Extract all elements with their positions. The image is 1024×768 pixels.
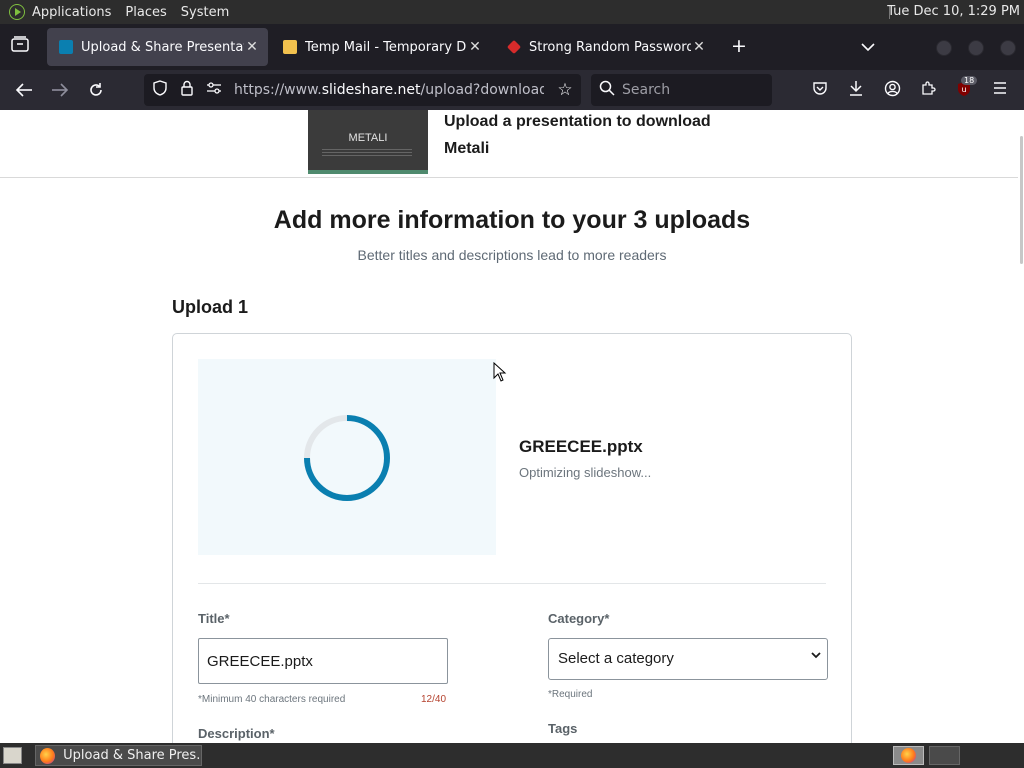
tab-title: Strong Random Password G	[529, 39, 691, 55]
download-header: METALI Upload a presentation to download…	[0, 110, 1024, 178]
tab-title: Temp Mail - Temporary Disp	[305, 39, 467, 55]
category-hint: *Required	[548, 689, 593, 700]
downloads-icon[interactable]	[846, 80, 866, 100]
category-label: Category*	[548, 611, 610, 626]
card-divider	[198, 583, 826, 584]
tab-title: Upload & Share Presentatio	[81, 39, 244, 55]
mouse-cursor-icon	[493, 362, 507, 382]
slideshow-preview	[198, 359, 496, 555]
firefox-icon	[901, 748, 916, 763]
list-all-tabs-chevron-icon[interactable]	[860, 38, 876, 56]
extensions-puzzle-icon[interactable]	[918, 80, 938, 100]
title-label: Title*	[198, 611, 230, 626]
upload-section-label: Upload 1	[172, 297, 249, 317]
tab-password-generator[interactable]: Strong Random Password G ✕	[495, 28, 715, 66]
tab-overview-icon[interactable]	[11, 36, 29, 56]
firefox-icon	[40, 747, 56, 764]
tracking-protection-shield-icon[interactable]	[150, 80, 170, 100]
ublock-badge: 18	[961, 76, 978, 85]
title-hint: *Minimum 40 characters required	[198, 694, 346, 705]
workspace-2[interactable]	[929, 746, 960, 765]
url-bar[interactable]: https://www.slideshare.net/upload?downlo…	[144, 74, 581, 106]
search-placeholder: Search	[622, 82, 671, 98]
system-top-panel: Applications Places System Tue Dec 10, 1…	[0, 0, 1024, 24]
new-tab-plus-icon[interactable]: +	[731, 35, 747, 57]
show-desktop-icon[interactable]	[3, 747, 22, 764]
upload-card: GREECEE.pptx Optimizing slideshow... Tit…	[172, 333, 852, 743]
presentation-thumbnail[interactable]: METALI	[308, 110, 428, 174]
url-text[interactable]: https://www.slideshare.net/upload?downlo…	[234, 82, 544, 98]
account-icon[interactable]	[882, 80, 902, 100]
page-subtitle: Better titles and descriptions lead to m…	[357, 247, 667, 263]
search-bar[interactable]: Search	[591, 74, 772, 106]
tab-slideshare[interactable]: Upload & Share Presentatio ✕	[47, 28, 268, 66]
close-tab-icon[interactable]: ✕	[691, 39, 707, 55]
header-title: Upload a presentation to download Metali	[444, 113, 711, 157]
places-menu[interactable]: Places	[125, 0, 180, 24]
category-selected-value: Select a category	[558, 650, 674, 667]
file-name: GREECEE.pptx	[519, 437, 643, 456]
navigation-bar: https://www.slideshare.net/upload?downlo…	[0, 70, 1024, 110]
slideshare-favicon-icon	[59, 40, 73, 54]
lock-icon[interactable]	[177, 80, 197, 100]
permissions-sliders-icon[interactable]	[204, 80, 224, 100]
page-title: Add more information to your 3 uploads	[273, 206, 751, 234]
svg-text:u: u	[961, 85, 966, 94]
page-scrollbar[interactable]	[1018, 110, 1024, 743]
scrollbar-thumb[interactable]	[1020, 136, 1023, 264]
loading-spinner-icon	[304, 415, 390, 501]
temp-mail-favicon-icon	[283, 40, 297, 54]
taskbar: Upload & Share Pres...	[0, 743, 1024, 768]
close-tab-icon[interactable]: ✕	[244, 39, 260, 55]
applications-menu[interactable]: Applications	[25, 0, 125, 24]
title-input[interactable]	[198, 638, 448, 684]
bookmark-star-icon[interactable]: ☆	[555, 80, 575, 100]
hamburger-menu-icon[interactable]	[990, 80, 1010, 100]
category-select[interactable]: Select a category	[548, 638, 828, 680]
minimize-window-button[interactable]	[936, 40, 952, 56]
tags-label: Tags	[548, 721, 578, 736]
maximize-window-button[interactable]	[968, 40, 984, 56]
taskbar-firefox-window[interactable]: Upload & Share Pres...	[35, 745, 202, 766]
thumbnail-text-lines	[322, 148, 412, 156]
workspace-1-firefox[interactable]	[893, 746, 924, 765]
back-arrow-icon[interactable]	[12, 78, 36, 102]
pocket-icon[interactable]	[810, 80, 830, 100]
chevron-down-icon	[811, 650, 821, 662]
taskbar-window-title: Upload & Share Pres...	[63, 748, 201, 763]
clock[interactable]: Tue Dec 10, 1:29 PM	[887, 4, 1020, 19]
close-tab-icon[interactable]: ✕	[467, 39, 483, 55]
forward-arrow-icon[interactable]	[48, 78, 72, 102]
os-logo-icon[interactable]	[9, 4, 25, 20]
thumbnail-title: METALI	[348, 132, 388, 144]
description-label: Description*	[198, 726, 275, 741]
password-generator-favicon-icon	[506, 39, 522, 55]
title-character-count: 12/40	[421, 694, 447, 705]
tab-temp-mail[interactable]: Temp Mail - Temporary Disp ✕	[271, 28, 491, 66]
file-status: Optimizing slideshow...	[519, 465, 652, 480]
search-icon	[597, 80, 617, 100]
tab-strip: Upload & Share Presentatio ✕ Temp Mail -…	[0, 24, 1024, 70]
reload-icon[interactable]	[84, 78, 108, 102]
page-content: METALI Upload a presentation to download…	[0, 110, 1024, 743]
close-window-button[interactable]	[1000, 40, 1016, 56]
system-menu[interactable]: System	[181, 0, 243, 24]
